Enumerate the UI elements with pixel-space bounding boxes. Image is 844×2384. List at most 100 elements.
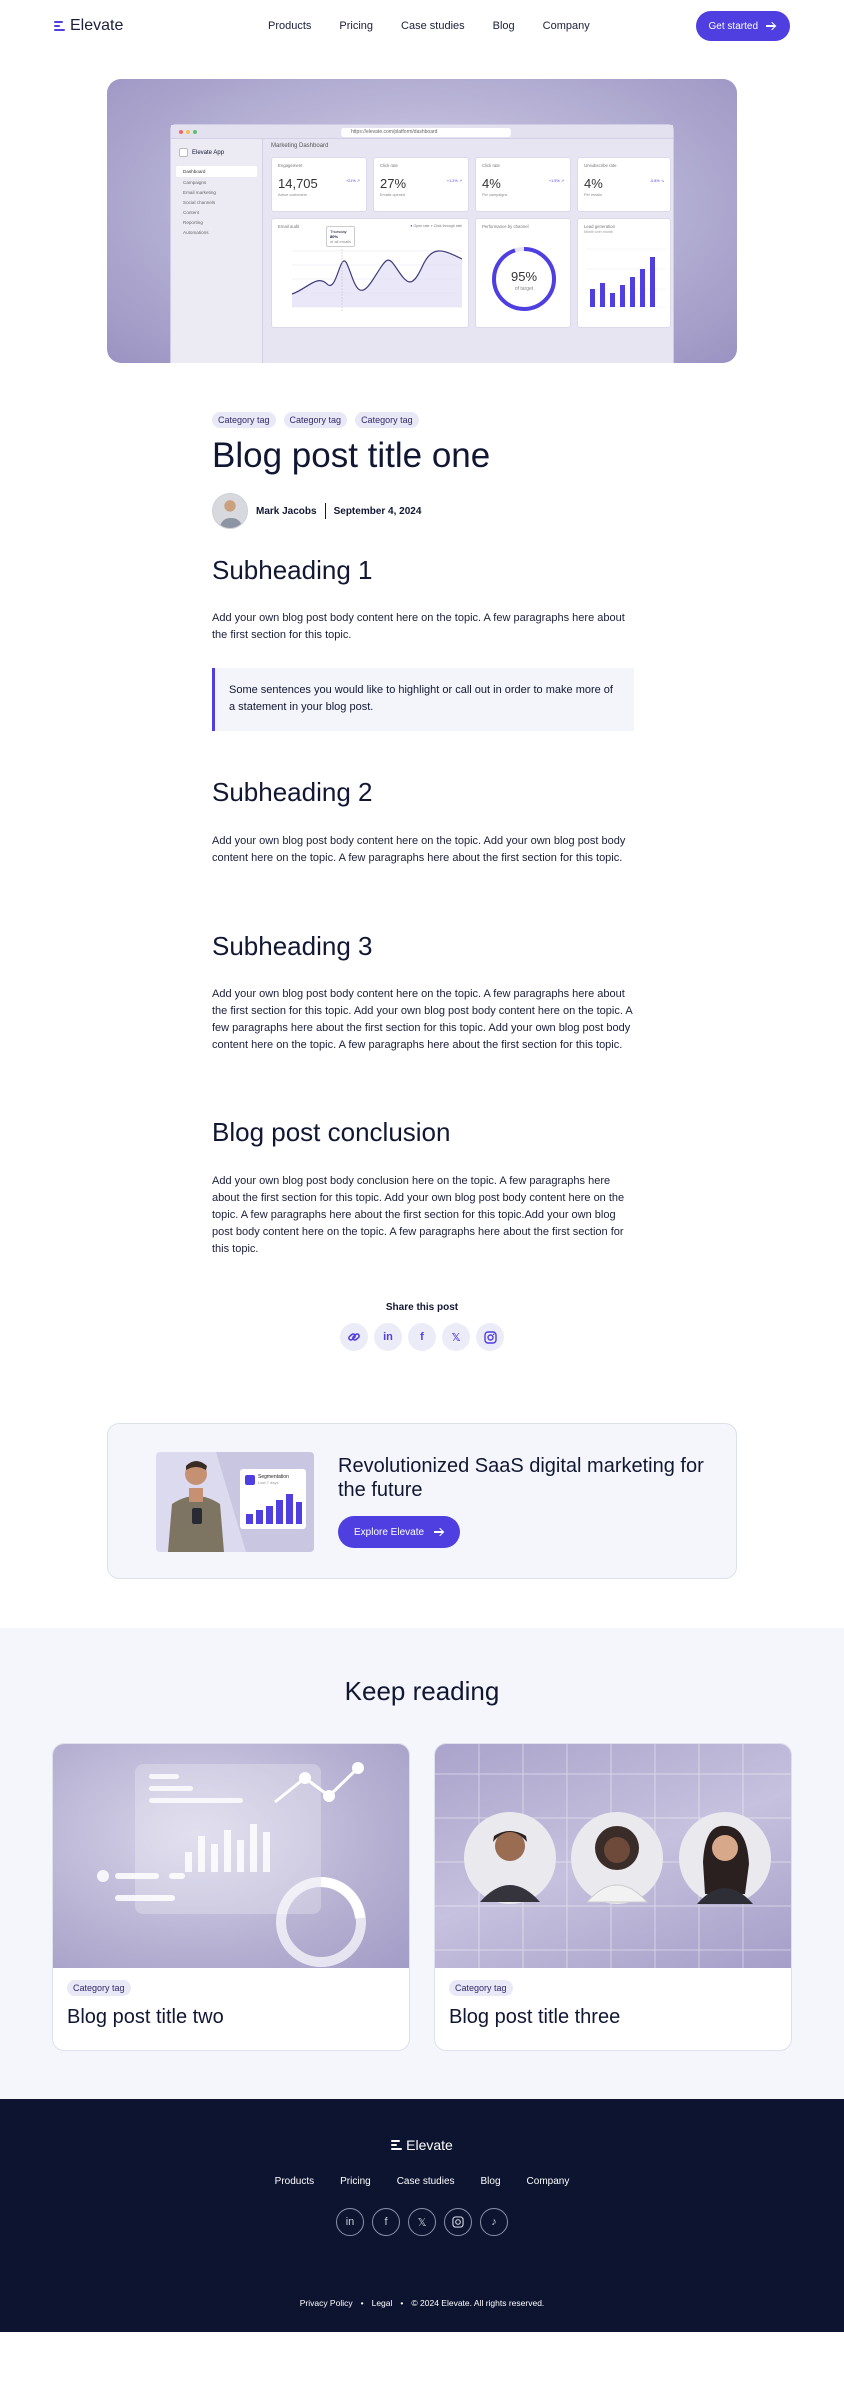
maximize-dot-icon — [193, 129, 197, 134]
nav-products[interactable]: Products — [268, 20, 311, 32]
author-name[interactable]: Mark Jacobs — [256, 506, 317, 517]
get-started-button[interactable]: Get started — [695, 11, 790, 41]
dashboard-title: Marketing Dashboard — [271, 143, 329, 149]
category-tag[interactable]: Category tag — [355, 412, 419, 428]
author-meta: Mark Jacobs September 4, 2024 — [212, 493, 421, 529]
keep-reading-section: Keep reading Category tag Blog post titl… — [0, 1628, 844, 2099]
category-tag[interactable]: Category tag — [212, 412, 276, 428]
segmentation-label: Segmentation Last 7 days — [245, 1474, 289, 1486]
share-icons: in f 𝕏 — [340, 1323, 504, 1351]
sidebar-item-social: Social channels — [183, 199, 216, 205]
post-card[interactable]: Category tag Blog post title two — [52, 1743, 410, 2051]
promo-title: Revolutionized SaaS digital marketing fo… — [338, 1455, 704, 1501]
sidebar-item-email: Email marketing — [183, 189, 216, 195]
publish-date: September 4, 2024 — [333, 505, 422, 517]
app-name: Elevate App — [171, 139, 262, 166]
nav-blog[interactable]: Blog — [493, 20, 515, 32]
arrow-right-icon — [766, 21, 776, 31]
team-illustration — [435, 1744, 791, 1968]
nav-case-studies[interactable]: Case studies — [401, 20, 465, 32]
privacy-policy-link[interactable]: Privacy Policy — [300, 2298, 353, 2308]
analytics-illustration — [97, 1762, 366, 1967]
post-card[interactable]: Category tag Blog post title three — [434, 1743, 792, 2051]
kpi-card: Click rate 4% +1.5% ↗ Per campaigns — [475, 157, 571, 212]
post-title[interactable]: Blog post title three — [449, 2006, 620, 2029]
footer-nav-company[interactable]: Company — [527, 2176, 570, 2187]
x-icon[interactable]: 𝕏 — [442, 1323, 470, 1351]
logo[interactable]: Elevate — [54, 17, 123, 35]
url-bar: https://elevate.com/platform/dashboard — [341, 128, 511, 137]
minimize-dot-icon — [186, 129, 190, 134]
site-header: Elevate Products Pricing Case studies Bl… — [0, 0, 844, 52]
section-heading: Subheading 3 — [212, 931, 373, 961]
user-icon — [245, 1475, 255, 1485]
link-icon[interactable] — [340, 1323, 368, 1351]
kpi-card: Engagement 14,705 +21% ↗ Active customers — [271, 157, 367, 212]
kpi-card: Click rate 27% +1.2% ↗ Emails opened — [373, 157, 469, 212]
logo-text: Elevate — [70, 17, 124, 34]
article-title: Blog post title one — [212, 436, 491, 475]
nav-company[interactable]: Company — [543, 20, 590, 32]
tiktok-icon[interactable]: ♪ — [480, 2208, 508, 2236]
promo-image: Segmentation Last 7 days — [156, 1452, 314, 1552]
close-dot-icon — [179, 129, 183, 134]
sidebar-item-automations: Automations — [183, 229, 209, 235]
section-heading: Subheading 2 — [212, 777, 373, 807]
footer-social: in f 𝕏 ♪ — [0, 2208, 844, 2236]
footer-legal: Privacy Policy • Legal • © 2024 Elevate.… — [0, 2298, 844, 2308]
facebook-icon[interactable]: f — [372, 2208, 400, 2236]
email-audit-card: Email audit ● Open rate ● Click-through … — [271, 218, 469, 328]
footer-logo[interactable]: Elevate — [0, 2137, 844, 2153]
linkedin-icon[interactable]: in — [374, 1323, 402, 1351]
category-tag[interactable]: Category tag — [283, 412, 348, 428]
post-title[interactable]: Blog post title two — [67, 2006, 224, 2029]
logo-mark-icon — [391, 2140, 403, 2150]
category-tag[interactable]: Category tag — [449, 1980, 513, 1996]
footer-nav-blog[interactable]: Blog — [481, 2176, 501, 2187]
dashboard-window: https://elevate.com/platform/dashboard E… — [170, 124, 674, 363]
section-heading: Subheading 1 — [212, 555, 373, 585]
kpi-card: Unsubscribe rate 4% -0.8% ↘ Per emails — [577, 157, 671, 212]
article-tags: Category tag Category tag Category tag — [212, 412, 419, 428]
legal-link[interactable]: Legal — [372, 2298, 393, 2308]
instagram-icon[interactable] — [444, 2208, 472, 2236]
app-logo-icon — [179, 148, 188, 157]
blockquote: Some sentences you would like to highlig… — [212, 668, 634, 731]
linkedin-icon[interactable]: in — [336, 2208, 364, 2236]
post-image — [53, 1744, 409, 1968]
nav-pricing[interactable]: Pricing — [339, 20, 373, 32]
performance-value: 95% — [510, 269, 538, 284]
x-icon[interactable]: 𝕏 — [408, 2208, 436, 2236]
facebook-icon[interactable]: f — [408, 1323, 436, 1351]
keep-reading-heading: Keep reading — [344, 1676, 500, 1706]
sidebar-item-reporting: Reporting — [183, 219, 203, 225]
footer-nav: Products Pricing Case studies Blog Compa… — [0, 2176, 844, 2187]
lead-generation-card: Lead generation Month over month — [577, 218, 671, 328]
sidebar-item-dashboard: Dashboard — [176, 166, 257, 177]
site-footer: Elevate Products Pricing Case studies Bl… — [0, 2099, 844, 2332]
footer-nav-products[interactable]: Products — [275, 2176, 314, 2187]
section-body: Add your own blog post body content here… — [212, 988, 633, 1051]
logo-mark-icon — [54, 21, 65, 31]
copyright: © 2024 Elevate. All rights reserved. — [411, 2298, 545, 2308]
author-avatar — [212, 493, 248, 529]
hero-image: https://elevate.com/platform/dashboard E… — [107, 79, 737, 363]
share-label: Share this post — [385, 1302, 459, 1313]
dashboard-sidebar: Elevate App Dashboard Campaigns Email ma… — [171, 139, 263, 363]
performance-note: of target — [514, 286, 534, 292]
explore-elevate-label: Explore Elevate — [354, 1526, 425, 1538]
window-titlebar: https://elevate.com/platform/dashboard — [171, 125, 673, 139]
footer-nav-pricing[interactable]: Pricing — [340, 2176, 371, 2187]
footer-logo-text: Elevate — [406, 2137, 453, 2153]
bullet-separator: • — [400, 2298, 404, 2308]
arrow-right-icon — [434, 1527, 444, 1537]
instagram-icon[interactable] — [476, 1323, 504, 1351]
section-body: Add your own blog post body content here… — [212, 612, 625, 641]
divider — [324, 503, 326, 519]
explore-elevate-button[interactable]: Explore Elevate — [338, 1516, 461, 1548]
category-tag[interactable]: Category tag — [67, 1980, 131, 1996]
footer-nav-case-studies[interactable]: Case studies — [397, 2176, 455, 2187]
bullet-separator: • — [360, 2298, 364, 2308]
sidebar-item-campaigns: Campaigns — [183, 179, 207, 185]
performance-card: Performance by channel 95% of target — [475, 218, 571, 328]
